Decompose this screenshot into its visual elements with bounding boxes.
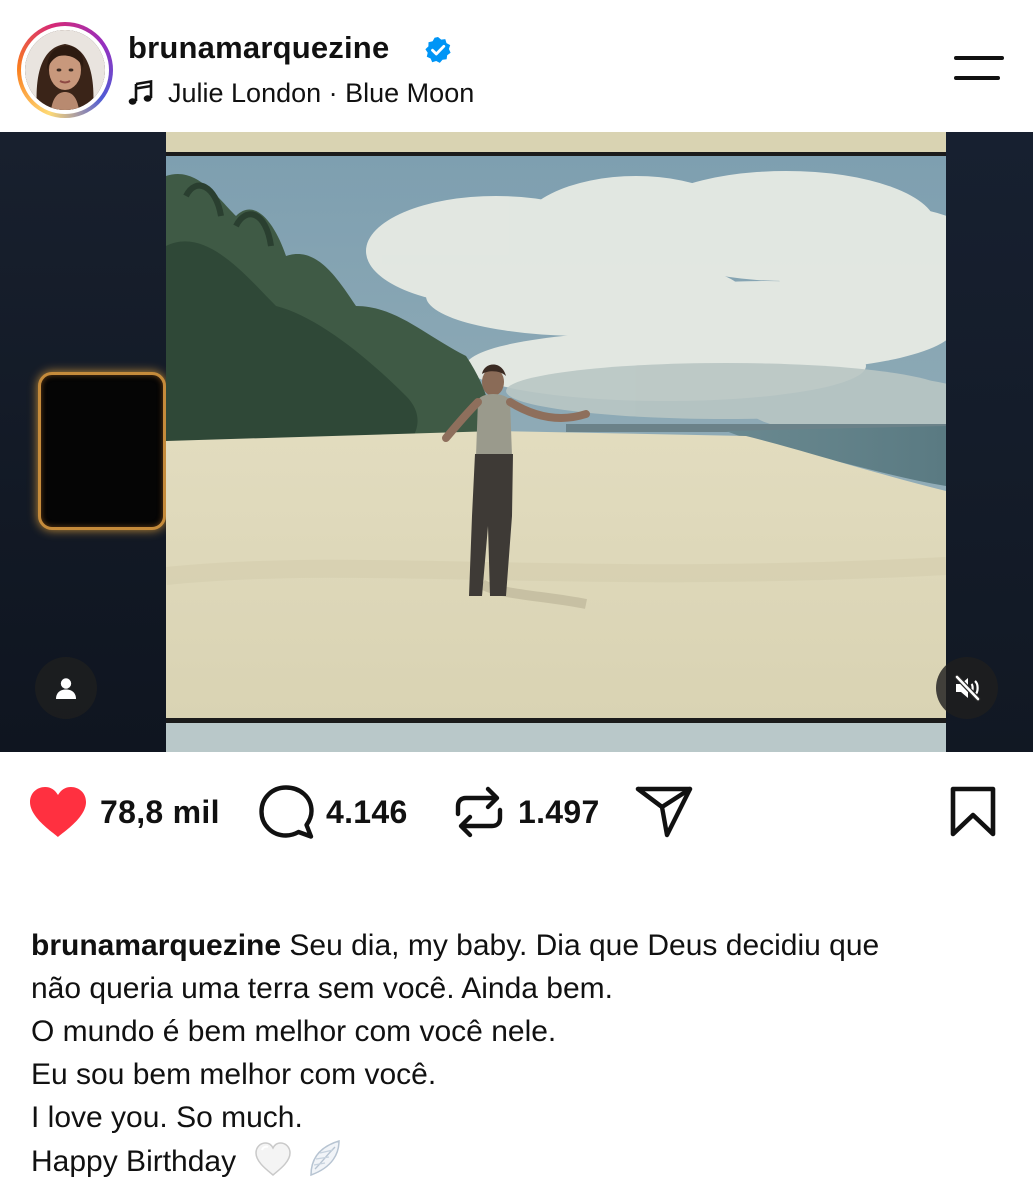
comment-count[interactable]: 4.146 — [326, 794, 408, 831]
story-ring[interactable] — [17, 22, 113, 118]
action-bar: 78,8 mil 4.146 1.497 — [0, 772, 1033, 852]
repost-icon — [455, 786, 503, 838]
repost-button[interactable]: 1.497 — [452, 772, 600, 852]
beach-scene — [166, 156, 946, 718]
wing-icon — [310, 1139, 340, 1177]
white-heart-icon — [255, 1142, 292, 1177]
like-button[interactable]: 78,8 mil — [28, 772, 220, 852]
next-comment-partial — [31, 1188, 591, 1200]
music-separator: · — [321, 77, 346, 108]
post-header: brunamarquezine Julie London · Blue Moon — [0, 0, 1033, 132]
caption-text-1: Seu dia, my baby. Dia que Deus decidiu q… — [289, 929, 880, 962]
music-track: Blue Moon — [345, 77, 475, 108]
menu-icon[interactable] — [950, 50, 1008, 86]
paper-plane-icon — [635, 786, 693, 838]
menu-line-bottom — [954, 76, 1000, 80]
comment-bubble-icon — [259, 785, 314, 839]
caption-line-5: I love you. So much. — [31, 1101, 303, 1134]
film-strip-top — [166, 132, 946, 156]
post-caption: brunamarquezine Seu dia, my baby. Dia qu… — [31, 924, 1021, 1183]
menu-line-top — [954, 56, 1004, 60]
verified-badge-icon — [425, 37, 451, 63]
caption-line-2: não queria uma terra sem você. Ainda bem… — [31, 972, 613, 1005]
avatar-image — [25, 30, 105, 110]
caption-line-3: O mundo é bem melhor com você nele. — [31, 1015, 557, 1048]
person-tag-icon[interactable] — [35, 657, 97, 719]
header-username[interactable]: brunamarquezine — [128, 30, 389, 66]
avatar-gap — [21, 26, 109, 114]
music-note-icon — [128, 80, 153, 105]
speaker-muted-glyph — [954, 674, 981, 702]
film-sprocket-hole — [38, 372, 166, 530]
heart-filled-icon — [30, 787, 86, 837]
caption-text-6: Happy Birthday — [31, 1145, 237, 1178]
video-frame — [166, 156, 946, 718]
avatar[interactable] — [25, 30, 105, 110]
like-count[interactable]: 78,8 mil — [100, 794, 220, 831]
caption-line-6: Happy Birthday — [31, 1139, 1021, 1183]
share-button[interactable] — [634, 772, 694, 852]
caption-line-1: brunamarquezine Seu dia, my baby. Dia qu… — [31, 924, 1021, 967]
music-attribution[interactable]: Julie London · Blue Moon — [128, 76, 474, 110]
comment-button[interactable]: 4.146 — [258, 772, 408, 852]
post-video[interactable] — [0, 132, 1033, 752]
person-tag-glyph — [56, 678, 76, 699]
film-strip-bottom — [166, 718, 946, 752]
speaker-muted-icon[interactable] — [936, 657, 998, 719]
repost-count[interactable]: 1.497 — [518, 794, 600, 831]
caption-line-4: Eu sou bem melhor com você. — [31, 1058, 437, 1091]
caption-username[interactable]: brunamarquezine — [31, 929, 281, 962]
save-button[interactable] — [948, 772, 998, 852]
music-artist: Julie London — [168, 77, 322, 108]
bookmark-icon — [950, 786, 996, 837]
